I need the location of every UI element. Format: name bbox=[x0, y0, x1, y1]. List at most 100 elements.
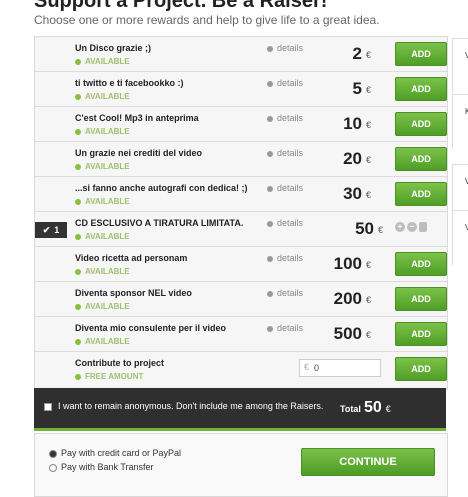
reward-details-link[interactable]: details bbox=[267, 253, 303, 263]
add-reward-button[interactable]: ADD bbox=[395, 147, 447, 171]
reward-details-link[interactable]: details bbox=[267, 288, 303, 298]
payment-panel: Pay with credit card or PayPal Pay with … bbox=[34, 433, 448, 497]
add-reward-button[interactable]: ADD bbox=[395, 287, 447, 311]
reward-name: C'est Cool! Mp3 in anteprima bbox=[75, 113, 199, 123]
reward-details-link[interactable]: details bbox=[267, 78, 303, 88]
available-dot-icon bbox=[75, 268, 81, 275]
continue-button[interactable]: CONTINUE bbox=[301, 448, 435, 476]
reward-row-selected: ✔ 1 CD ESCLUSIVO A TIRATURA LIMITATA. AVA… bbox=[35, 212, 447, 247]
reward-row: C'est Cool! Mp3 in anteprima AVAILABLE d… bbox=[35, 107, 447, 142]
reward-name: ...si fanno anche autografi con dedica! … bbox=[75, 183, 248, 193]
info-icon bbox=[267, 150, 273, 157]
contribute-amount-field[interactable]: € bbox=[299, 359, 381, 377]
info-icon bbox=[267, 290, 273, 297]
anonymous-bar: I want to remain anonymous. Don't includ… bbox=[34, 388, 446, 431]
reward-row: Un grazie nei crediti del video AVAILABL… bbox=[35, 142, 447, 177]
reward-details-link[interactable]: details bbox=[267, 43, 303, 53]
contribute-label: Contribute to project bbox=[75, 358, 164, 368]
side-cards: V K V V bbox=[452, 0, 468, 495]
available-dot-icon bbox=[75, 163, 81, 170]
quantity-controls: + − bbox=[395, 222, 431, 234]
anonymous-checkbox[interactable] bbox=[44, 403, 52, 411]
available-dot-icon bbox=[75, 303, 81, 310]
reward-row: Diventa sponsor NEL video AVAILABLE deta… bbox=[35, 282, 447, 317]
add-reward-button[interactable]: ADD bbox=[395, 112, 447, 136]
info-icon bbox=[267, 115, 273, 122]
reward-name: Diventa sponsor NEL video bbox=[75, 288, 192, 298]
reward-row: Un Disco grazie ;) AVAILABLE details 2 € … bbox=[35, 37, 447, 72]
info-icon bbox=[267, 220, 273, 227]
add-reward-button[interactable]: ADD bbox=[395, 42, 447, 66]
reward-status: AVAILABLE bbox=[75, 302, 130, 311]
reward-status: AVAILABLE bbox=[75, 197, 130, 206]
radio-icon[interactable] bbox=[49, 463, 57, 472]
available-dot-icon bbox=[75, 198, 81, 205]
reward-amount: 500 € bbox=[333, 324, 371, 343]
reward-name: ti twitto e ti facebookko :) bbox=[75, 78, 184, 88]
add-reward-button[interactable]: ADD bbox=[395, 182, 447, 206]
add-reward-button[interactable]: ADD bbox=[395, 77, 447, 101]
side-card[interactable]: V bbox=[452, 210, 468, 265]
reward-status: AVAILABLE bbox=[75, 92, 130, 101]
available-dot-icon bbox=[75, 128, 81, 135]
reward-row: ti twitto e ti facebookko :) AVAILABLE d… bbox=[35, 72, 447, 107]
reward-row: ...si fanno anche autografi con dedica! … bbox=[35, 177, 447, 212]
check-icon: ✔ bbox=[42, 225, 51, 235]
reward-details-link[interactable]: details bbox=[267, 113, 303, 123]
reward-details-link[interactable]: details bbox=[267, 183, 303, 193]
contribute-row: Contribute to project FREE AMOUNT € ADD bbox=[35, 352, 447, 386]
reward-amount: 30 € bbox=[343, 184, 371, 203]
available-dot-icon bbox=[75, 233, 81, 240]
reward-row: Diventa mio consulente per il video AVAI… bbox=[35, 317, 447, 352]
reward-amount: 200 € bbox=[333, 289, 371, 308]
increase-quantity-icon[interactable]: + bbox=[395, 222, 405, 232]
reward-amount: 5 € bbox=[352, 79, 371, 98]
reward-amount: 50 € bbox=[355, 219, 383, 238]
page-subtitle: Choose one or more rewards and help to g… bbox=[34, 13, 380, 27]
reward-name: Video ricetta ad personam bbox=[75, 253, 188, 263]
reward-status: AVAILABLE bbox=[75, 232, 130, 241]
reward-name: Diventa mio consulente per il video bbox=[75, 323, 227, 333]
info-icon bbox=[267, 80, 273, 87]
side-card[interactable]: V bbox=[452, 38, 468, 93]
contribute-amount-input[interactable] bbox=[312, 361, 378, 375]
contribute-status: FREE AMOUNT bbox=[75, 372, 143, 381]
page-title: Support a Project. Be a Raiser! bbox=[34, 0, 328, 12]
info-icon bbox=[267, 325, 273, 332]
available-dot-icon bbox=[75, 93, 81, 100]
info-icon bbox=[267, 255, 273, 262]
reward-details-link[interactable]: details bbox=[267, 218, 303, 228]
free-amount-dot-icon bbox=[75, 373, 81, 380]
reward-status: AVAILABLE bbox=[75, 267, 130, 276]
add-reward-button[interactable]: ADD bbox=[395, 252, 447, 276]
reward-status: AVAILABLE bbox=[75, 162, 130, 171]
reward-amount: 20 € bbox=[343, 149, 371, 168]
trash-icon[interactable] bbox=[419, 222, 427, 232]
payment-option-bank[interactable]: Pay with Bank Transfer bbox=[49, 462, 154, 472]
reward-name: Un Disco grazie ;) bbox=[75, 43, 152, 53]
anonymous-label: I want to remain anonymous. Don't includ… bbox=[58, 401, 324, 411]
total-amount: 50 € bbox=[364, 399, 391, 416]
reward-details-link[interactable]: details bbox=[267, 323, 303, 333]
decrease-quantity-icon[interactable]: − bbox=[407, 222, 417, 232]
rewards-panel: Un Disco grazie ;) AVAILABLE details 2 € … bbox=[34, 36, 448, 390]
reward-status: AVAILABLE bbox=[75, 337, 130, 346]
payment-option-card[interactable]: Pay with credit card or PayPal bbox=[49, 448, 181, 458]
reward-amount: 2 € bbox=[352, 44, 371, 63]
reward-amount: 100 € bbox=[333, 254, 371, 273]
reward-details-link[interactable]: details bbox=[267, 148, 303, 158]
reward-amount: 10 € bbox=[343, 114, 371, 133]
add-contribution-button[interactable]: ADD bbox=[395, 357, 447, 381]
side-card[interactable]: K bbox=[452, 94, 468, 149]
info-icon bbox=[267, 185, 273, 192]
total-label: Total bbox=[340, 404, 361, 414]
reward-name: CD ESCLUSIVO A TIRATURA LIMITATA. bbox=[75, 218, 244, 228]
radio-selected-icon[interactable] bbox=[49, 449, 57, 458]
available-dot-icon bbox=[75, 338, 81, 345]
reward-status: AVAILABLE bbox=[75, 127, 130, 136]
reward-status: AVAILABLE bbox=[75, 57, 130, 66]
info-icon bbox=[267, 45, 273, 52]
add-reward-button[interactable]: ADD bbox=[395, 322, 447, 346]
reward-row: Video ricetta ad personam AVAILABLE deta… bbox=[35, 247, 447, 282]
reward-name: Un grazie nei crediti del video bbox=[75, 148, 203, 158]
